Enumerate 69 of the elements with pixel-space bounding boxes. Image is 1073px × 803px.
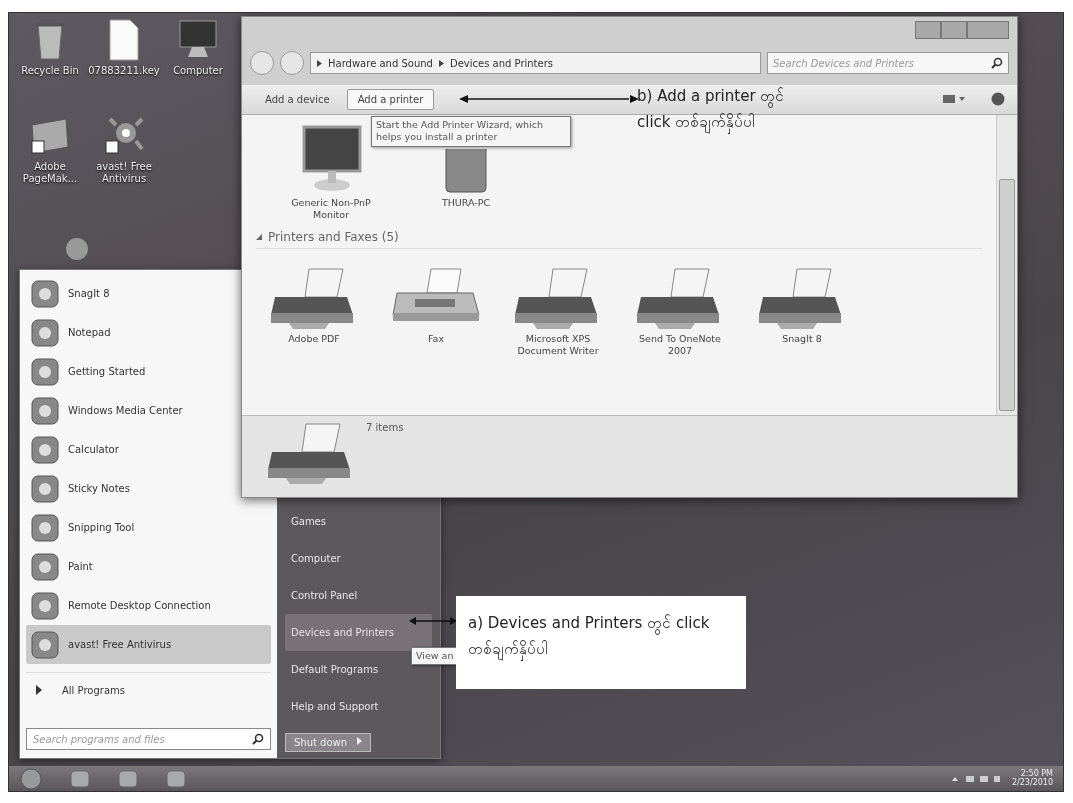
clock-time[interactable]: 2:50 PM bbox=[1020, 769, 1053, 779]
start-orb-icon bbox=[19, 767, 43, 790]
arrow bbox=[409, 615, 457, 627]
device-label[interactable]: THURA-PC bbox=[441, 196, 491, 209]
program-item[interactable]: avast! Free Antivirus bbox=[26, 625, 271, 664]
search-icon bbox=[252, 733, 264, 745]
caret-icon bbox=[357, 737, 363, 745]
program-item[interactable]: Notepad bbox=[26, 313, 115, 352]
start-menu-link[interactable]: Computer bbox=[285, 540, 347, 577]
printer-label[interactable]: Adobe PDF bbox=[288, 333, 340, 346]
printer-label[interactable]: Fax bbox=[427, 333, 444, 346]
forward-button[interactable] bbox=[280, 51, 304, 76]
chevron-icon bbox=[438, 59, 444, 67]
start-menu-link[interactable]: Default Programs bbox=[285, 651, 385, 688]
desktop-icon-label[interactable]: avast! Free Antivirus bbox=[87, 161, 161, 185]
program-item[interactable]: Paint bbox=[26, 547, 97, 586]
tooltip: Start the Add Printer Wizard, which helps you install a printer bbox=[371, 116, 571, 147]
app-icon bbox=[30, 434, 60, 465]
app-icon bbox=[30, 473, 60, 504]
app-icon bbox=[30, 356, 60, 387]
minimize-button[interactable] bbox=[915, 21, 941, 39]
program-item[interactable]: Getting Started bbox=[26, 352, 150, 391]
back-button[interactable] bbox=[250, 51, 274, 76]
group-header[interactable]: Printers and Faxes (5) bbox=[268, 230, 399, 245]
program-item[interactable]: Windows Media Center bbox=[26, 391, 187, 430]
printer-label[interactable]: SnagIt 8 bbox=[782, 333, 822, 346]
item-count: 7 items bbox=[366, 421, 404, 435]
search-icon bbox=[991, 57, 1003, 70]
start-menu-link[interactable]: Control Panel bbox=[285, 577, 364, 614]
tray-icons bbox=[951, 773, 1002, 784]
desktop-icon-label[interactable]: Computer bbox=[173, 65, 223, 77]
computer-tower-icon bbox=[445, 148, 487, 193]
scrollbar[interactable] bbox=[996, 114, 1017, 415]
view-icon bbox=[943, 94, 965, 105]
program-item[interactable]: SnagIt 8 bbox=[26, 274, 114, 313]
desktop-icon-label[interactable]: Recycle Bin bbox=[21, 65, 79, 77]
desktop-icon-label[interactable]: 07883211.key bbox=[88, 65, 160, 77]
app-icon bbox=[30, 278, 60, 309]
printer-label[interactable]: Microsoft XPS Document Writer bbox=[508, 333, 608, 358]
clock-date[interactable]: 2/23/2010 bbox=[1011, 778, 1053, 788]
printer-label[interactable]: Send To OneNote 2007 bbox=[630, 333, 730, 358]
start-menu-link[interactable]: Games bbox=[285, 503, 332, 540]
all-programs-item[interactable]: All Programs bbox=[26, 672, 271, 707]
desktop-icon-label[interactable]: Adobe PageMak... bbox=[13, 161, 87, 185]
address-bar[interactable]: Hardware and Sound Devices and Printers bbox=[310, 52, 761, 75]
annotation-text: b) Add a printer တွင် click တစ်ချက်နှိပ်ပါ bbox=[637, 86, 786, 136]
app-icon bbox=[30, 590, 60, 621]
program-item[interactable]: Sticky Notes bbox=[26, 469, 134, 508]
app-icon bbox=[30, 395, 60, 426]
app-icon bbox=[30, 512, 60, 543]
program-item[interactable]: Remote Desktop Connection bbox=[26, 586, 215, 625]
start-menu-link[interactable]: Devices and Printers bbox=[285, 614, 432, 651]
caret-icon bbox=[36, 685, 42, 695]
device-label[interactable]: Generic Non-PnP Monitor bbox=[276, 196, 386, 221]
start-menu-link[interactable]: Help and Support bbox=[285, 688, 385, 725]
toolbar-button[interactable]: Add a device bbox=[254, 88, 341, 110]
collapse-icon bbox=[256, 234, 262, 241]
close-button[interactable] bbox=[967, 21, 1009, 39]
app-icon bbox=[30, 629, 60, 660]
help-icon bbox=[991, 92, 1005, 107]
toolbar-button[interactable]: Add a printer bbox=[346, 88, 435, 110]
file-icon bbox=[108, 19, 140, 61]
app-icon bbox=[30, 317, 60, 348]
annotation-text: a) Devices and Printers တွင် click တစ်ချက်နှိပ်ပါ bbox=[456, 596, 746, 689]
app-icon bbox=[30, 551, 60, 582]
program-item[interactable]: Snipping Tool bbox=[26, 508, 139, 547]
chevron-icon bbox=[317, 59, 322, 67]
program-item[interactable]: Calculator bbox=[26, 430, 123, 469]
maximize-button[interactable] bbox=[941, 21, 967, 39]
